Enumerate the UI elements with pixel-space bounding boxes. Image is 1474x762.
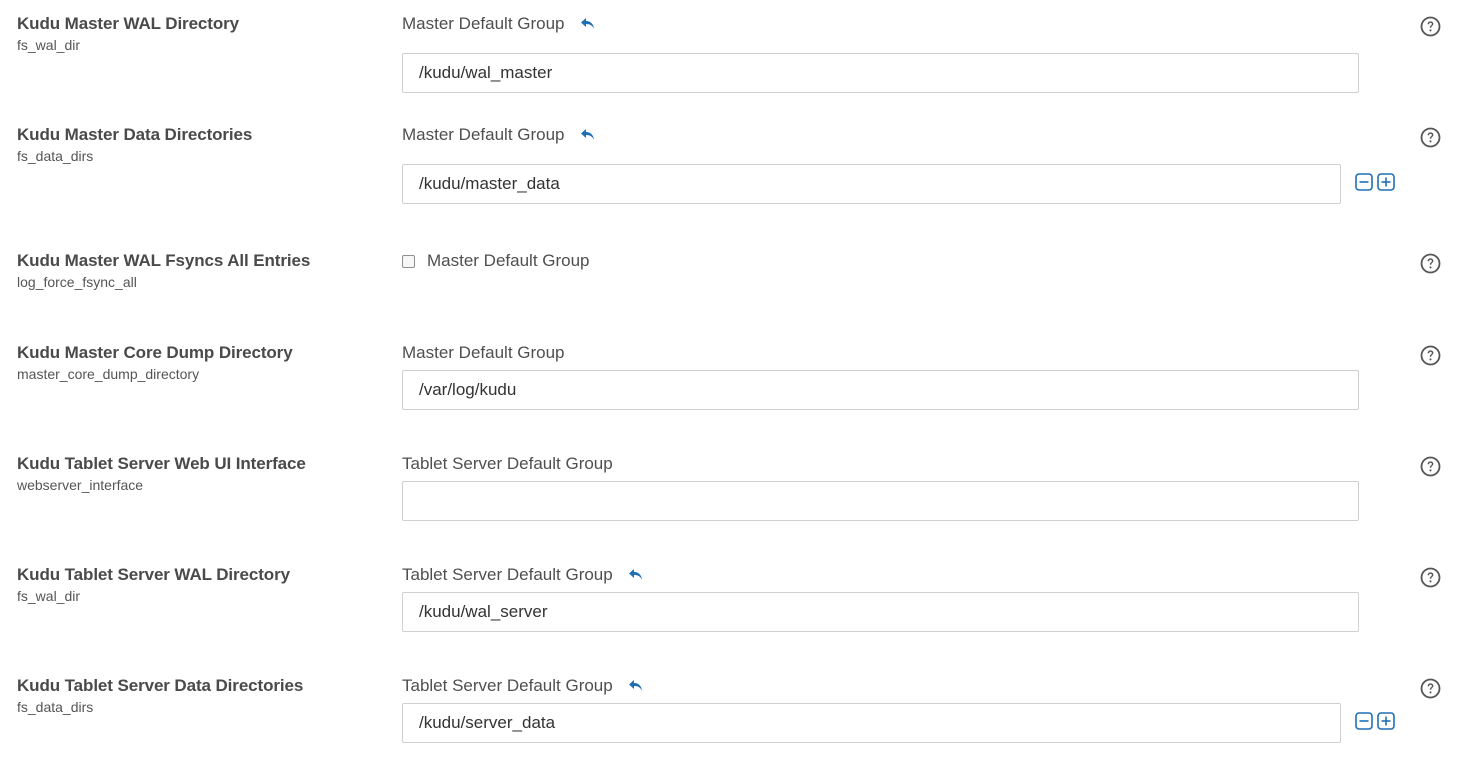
help-icon[interactable]	[1420, 127, 1441, 148]
wal-dir-input[interactable]	[402, 53, 1359, 93]
revert-icon[interactable]	[579, 126, 597, 144]
group-label: Tablet Server Default Group	[402, 454, 613, 473]
setting-group: Tablet Server Default Group	[402, 675, 645, 697]
setting-key: fs_data_dirs	[17, 699, 94, 715]
setting-name: Kudu Master WAL Fsyncs All Entries	[17, 251, 311, 270]
help-icon[interactable]	[1420, 678, 1441, 699]
group-label: Master Default Group	[402, 125, 565, 144]
setting-group: Master Default Group	[402, 250, 590, 272]
add-entry-icon[interactable]	[1377, 173, 1395, 191]
revert-icon[interactable]	[627, 677, 645, 695]
server-wal-dir-input[interactable]	[402, 592, 1359, 632]
setting-name: Kudu Master Data Directories	[17, 125, 253, 144]
setting-name: Kudu Tablet Server Web UI Interface	[17, 454, 306, 473]
setting-group: Tablet Server Default Group	[402, 453, 613, 475]
setting-key: fs_wal_dir	[17, 588, 81, 604]
setting-label: Kudu Tablet Server Data Directories fs_d…	[17, 675, 303, 716]
fsync-checkbox[interactable]	[402, 254, 415, 268]
add-entry-icon[interactable]	[1377, 712, 1395, 730]
setting-label: Kudu Master WAL Directory fs_wal_dir	[17, 13, 239, 54]
setting-label: Kudu Tablet Server Web UI Interface webs…	[17, 453, 306, 494]
list-controls	[1355, 173, 1395, 191]
setting-name: Kudu Tablet Server WAL Directory	[17, 565, 290, 584]
setting-key: master_core_dump_directory	[17, 366, 200, 382]
setting-label: Kudu Master Core Dump Directory master_c…	[17, 342, 293, 383]
setting-group: Master Default Group	[402, 124, 597, 146]
setting-name: Kudu Tablet Server Data Directories	[17, 676, 304, 695]
revert-icon[interactable]	[627, 566, 645, 584]
help-icon[interactable]	[1420, 253, 1441, 274]
help-icon[interactable]	[1420, 345, 1441, 366]
revert-icon[interactable]	[579, 15, 597, 33]
data-dirs-input[interactable]	[402, 164, 1341, 204]
remove-entry-icon[interactable]	[1355, 173, 1373, 191]
setting-label: Kudu Tablet Server WAL Directory fs_wal_…	[17, 564, 290, 605]
group-label: Master Default Group	[402, 14, 565, 33]
setting-name: Kudu Master WAL Directory	[17, 14, 240, 33]
setting-name: Kudu Master Core Dump Directory	[17, 343, 293, 362]
setting-label: Kudu Master WAL Fsyncs All Entries log_f…	[17, 250, 310, 291]
help-icon[interactable]	[1420, 567, 1441, 588]
setting-group: Master Default Group	[402, 13, 597, 35]
setting-key: log_force_fsync_all	[17, 274, 137, 290]
group-label: Tablet Server Default Group	[402, 565, 613, 584]
remove-entry-icon[interactable]	[1355, 712, 1373, 730]
setting-label: Kudu Master Data Directories fs_data_dir…	[17, 124, 252, 165]
setting-key: fs_data_dirs	[17, 148, 94, 164]
setting-group: Master Default Group	[402, 342, 565, 364]
setting-group: Tablet Server Default Group	[402, 564, 645, 586]
list-controls	[1355, 712, 1395, 730]
setting-key: fs_wal_dir	[17, 37, 81, 53]
group-label: Master Default Group	[402, 343, 565, 362]
setting-key: webserver_interface	[17, 477, 144, 493]
webserver-interface-input[interactable]	[402, 481, 1359, 521]
help-icon[interactable]	[1420, 456, 1441, 477]
server-data-dirs-input[interactable]	[402, 703, 1341, 743]
group-label: Tablet Server Default Group	[402, 676, 613, 695]
core-dump-dir-input[interactable]	[402, 370, 1359, 410]
help-icon[interactable]	[1420, 16, 1441, 37]
group-label: Master Default Group	[427, 251, 590, 270]
